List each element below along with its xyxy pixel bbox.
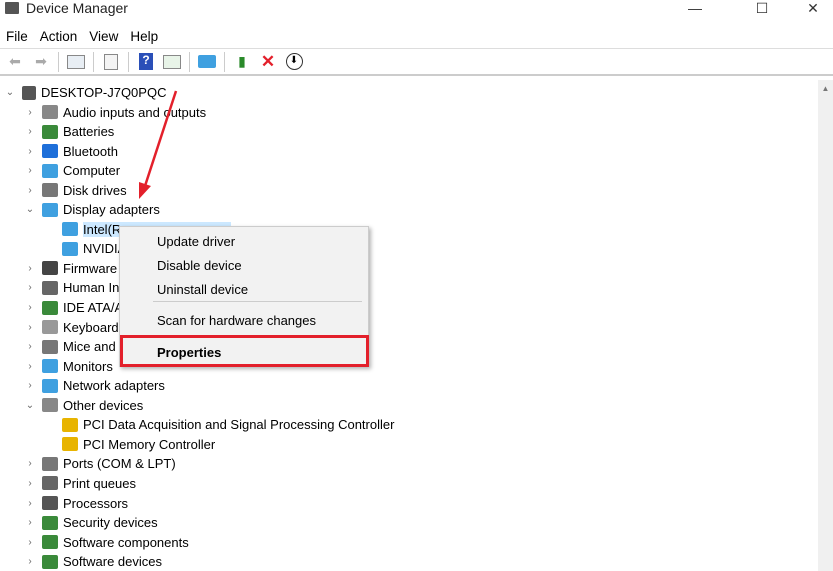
menu-item-disable-device[interactable]: Disable device — [157, 258, 242, 273]
context-menu: Update driver Disable device Uninstall d… — [119, 226, 369, 367]
menu-item-scan-hardware[interactable]: Scan for hardware changes — [157, 313, 316, 328]
properties-highlight-box — [120, 335, 369, 367]
menu-item-uninstall-device[interactable]: Uninstall device — [157, 282, 248, 297]
menu-separator — [153, 301, 362, 302]
menu-item-update-driver[interactable]: Update driver — [157, 234, 235, 249]
